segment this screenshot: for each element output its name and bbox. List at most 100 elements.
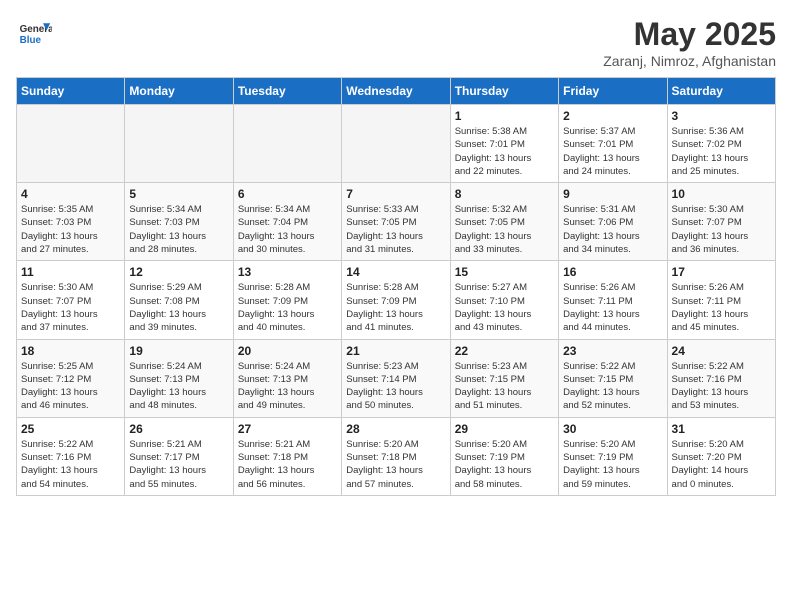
day-info: Sunrise: 5:36 AM Sunset: 7:02 PM Dayligh… (672, 125, 771, 178)
day-number: 13 (238, 265, 337, 279)
calendar-cell: 16 Sunrise: 5:26 AM Sunset: 7:11 PM Dayli… (559, 261, 667, 339)
day-info: Sunrise: 5:32 AM Sunset: 7:05 PM Dayligh… (455, 203, 554, 256)
calendar-cell: 12 Sunrise: 5:29 AM Sunset: 7:08 PM Dayli… (125, 261, 233, 339)
day-info: Sunrise: 5:34 AM Sunset: 7:04 PM Dayligh… (238, 203, 337, 256)
week-row-4: 18 Sunrise: 5:25 AM Sunset: 7:12 PM Dayli… (17, 339, 776, 417)
page-header: General Blue May 2025 Zaranj, Nimroz, Af… (16, 16, 776, 69)
day-number: 12 (129, 265, 228, 279)
day-number: 8 (455, 187, 554, 201)
day-info: Sunrise: 5:20 AM Sunset: 7:20 PM Dayligh… (672, 438, 771, 491)
calendar-cell: 4 Sunrise: 5:35 AM Sunset: 7:03 PM Daylig… (17, 183, 125, 261)
day-info: Sunrise: 5:22 AM Sunset: 7:15 PM Dayligh… (563, 360, 662, 413)
day-info: Sunrise: 5:35 AM Sunset: 7:03 PM Dayligh… (21, 203, 120, 256)
day-info: Sunrise: 5:22 AM Sunset: 7:16 PM Dayligh… (672, 360, 771, 413)
calendar-cell: 1 Sunrise: 5:38 AM Sunset: 7:01 PM Daylig… (450, 105, 558, 183)
calendar-cell (233, 105, 341, 183)
day-number: 5 (129, 187, 228, 201)
day-number: 31 (672, 422, 771, 436)
day-info: Sunrise: 5:31 AM Sunset: 7:06 PM Dayligh… (563, 203, 662, 256)
day-number: 18 (21, 344, 120, 358)
day-number: 27 (238, 422, 337, 436)
day-info: Sunrise: 5:20 AM Sunset: 7:19 PM Dayligh… (455, 438, 554, 491)
day-number: 6 (238, 187, 337, 201)
calendar-cell: 24 Sunrise: 5:22 AM Sunset: 7:16 PM Dayli… (667, 339, 775, 417)
location: Zaranj, Nimroz, Afghanistan (603, 53, 776, 69)
weekday-header-sunday: Sunday (17, 78, 125, 105)
calendar-cell: 2Sunrise: 5:37 AM Sunset: 7:01 PM Daylig… (559, 105, 667, 183)
day-number: 19 (129, 344, 228, 358)
calendar-cell: 23 Sunrise: 5:22 AM Sunset: 7:15 PM Dayli… (559, 339, 667, 417)
day-info: Sunrise: 5:23 AM Sunset: 7:15 PM Dayligh… (455, 360, 554, 413)
day-number: 28 (346, 422, 445, 436)
day-info: Sunrise: 5:30 AM Sunset: 7:07 PM Dayligh… (672, 203, 771, 256)
day-info: Sunrise: 5:33 AM Sunset: 7:05 PM Dayligh… (346, 203, 445, 256)
week-row-5: 25 Sunrise: 5:22 AM Sunset: 7:16 PM Dayli… (17, 417, 776, 495)
logo-icon: General Blue (16, 16, 52, 52)
day-info: Sunrise: 5:24 AM Sunset: 7:13 PM Dayligh… (238, 360, 337, 413)
calendar-cell (125, 105, 233, 183)
calendar-cell: 10 Sunrise: 5:30 AM Sunset: 7:07 PM Dayli… (667, 183, 775, 261)
weekday-header-saturday: Saturday (667, 78, 775, 105)
day-number: 14 (346, 265, 445, 279)
day-number: 25 (21, 422, 120, 436)
day-number: 17 (672, 265, 771, 279)
day-number: 16 (563, 265, 662, 279)
day-number: 15 (455, 265, 554, 279)
day-number: 30 (563, 422, 662, 436)
calendar-cell: 21 Sunrise: 5:23 AM Sunset: 7:14 PM Dayli… (342, 339, 450, 417)
day-number: 1 (455, 109, 554, 123)
day-info: Sunrise: 5:26 AM Sunset: 7:11 PM Dayligh… (563, 281, 662, 334)
day-info: Sunrise: 5:25 AM Sunset: 7:12 PM Dayligh… (21, 360, 120, 413)
calendar-cell: 30Sunrise: 5:20 AM Sunset: 7:19 PM Dayli… (559, 417, 667, 495)
weekday-header-tuesday: Tuesday (233, 78, 341, 105)
day-info: Sunrise: 5:23 AM Sunset: 7:14 PM Dayligh… (346, 360, 445, 413)
calendar-cell: 11Sunrise: 5:30 AM Sunset: 7:07 PM Dayli… (17, 261, 125, 339)
calendar-cell: 15Sunrise: 5:27 AM Sunset: 7:10 PM Dayli… (450, 261, 558, 339)
calendar-cell: 31 Sunrise: 5:20 AM Sunset: 7:20 PM Dayli… (667, 417, 775, 495)
day-info: Sunrise: 5:21 AM Sunset: 7:18 PM Dayligh… (238, 438, 337, 491)
day-number: 23 (563, 344, 662, 358)
svg-text:Blue: Blue (20, 35, 42, 46)
day-info: Sunrise: 5:28 AM Sunset: 7:09 PM Dayligh… (346, 281, 445, 334)
week-row-3: 11Sunrise: 5:30 AM Sunset: 7:07 PM Dayli… (17, 261, 776, 339)
week-row-1: 1 Sunrise: 5:38 AM Sunset: 7:01 PM Daylig… (17, 105, 776, 183)
day-number: 20 (238, 344, 337, 358)
calendar-cell: 14 Sunrise: 5:28 AM Sunset: 7:09 PM Dayli… (342, 261, 450, 339)
day-info: Sunrise: 5:22 AM Sunset: 7:16 PM Dayligh… (21, 438, 120, 491)
day-info: Sunrise: 5:21 AM Sunset: 7:17 PM Dayligh… (129, 438, 228, 491)
day-info: Sunrise: 5:38 AM Sunset: 7:01 PM Dayligh… (455, 125, 554, 178)
day-number: 26 (129, 422, 228, 436)
day-info: Sunrise: 5:20 AM Sunset: 7:18 PM Dayligh… (346, 438, 445, 491)
day-number: 3 (672, 109, 771, 123)
weekday-header-friday: Friday (559, 78, 667, 105)
day-info: Sunrise: 5:28 AM Sunset: 7:09 PM Dayligh… (238, 281, 337, 334)
calendar-cell: 6 Sunrise: 5:34 AM Sunset: 7:04 PM Daylig… (233, 183, 341, 261)
day-info: Sunrise: 5:24 AM Sunset: 7:13 PM Dayligh… (129, 360, 228, 413)
weekday-header-row: SundayMondayTuesdayWednesdayThursdayFrid… (17, 78, 776, 105)
day-info: Sunrise: 5:37 AM Sunset: 7:01 PM Dayligh… (563, 125, 662, 178)
calendar-cell: 26 Sunrise: 5:21 AM Sunset: 7:17 PM Dayli… (125, 417, 233, 495)
calendar-cell (17, 105, 125, 183)
day-number: 24 (672, 344, 771, 358)
day-number: 21 (346, 344, 445, 358)
calendar-cell: 28 Sunrise: 5:20 AM Sunset: 7:18 PM Dayli… (342, 417, 450, 495)
calendar-cell (342, 105, 450, 183)
weekday-header-thursday: Thursday (450, 78, 558, 105)
calendar-cell: 27 Sunrise: 5:21 AM Sunset: 7:18 PM Dayli… (233, 417, 341, 495)
weekday-header-monday: Monday (125, 78, 233, 105)
day-info: Sunrise: 5:26 AM Sunset: 7:11 PM Dayligh… (672, 281, 771, 334)
calendar-cell: 13 Sunrise: 5:28 AM Sunset: 7:09 PM Dayli… (233, 261, 341, 339)
calendar-cell: 3 Sunrise: 5:36 AM Sunset: 7:02 PM Daylig… (667, 105, 775, 183)
calendar-cell: 18 Sunrise: 5:25 AM Sunset: 7:12 PM Dayli… (17, 339, 125, 417)
day-number: 4 (21, 187, 120, 201)
day-number: 7 (346, 187, 445, 201)
day-info: Sunrise: 5:29 AM Sunset: 7:08 PM Dayligh… (129, 281, 228, 334)
day-number: 29 (455, 422, 554, 436)
calendar-table: SundayMondayTuesdayWednesdayThursdayFrid… (16, 77, 776, 496)
title-block: May 2025 Zaranj, Nimroz, Afghanistan (603, 16, 776, 69)
month-title: May 2025 (603, 16, 776, 53)
day-number: 22 (455, 344, 554, 358)
week-row-2: 4 Sunrise: 5:35 AM Sunset: 7:03 PM Daylig… (17, 183, 776, 261)
calendar-cell: 7 Sunrise: 5:33 AM Sunset: 7:05 PM Daylig… (342, 183, 450, 261)
day-number: 10 (672, 187, 771, 201)
